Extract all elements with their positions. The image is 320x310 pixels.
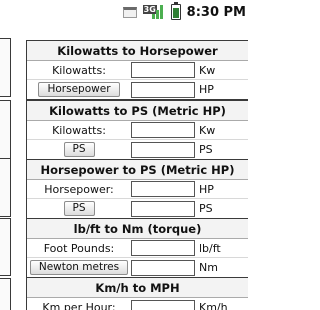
clock: 8:30 PM (186, 4, 246, 20)
converter-kw-to-ps: Kilowatts to PS (Metric HP) Kilowatts: K… (26, 100, 248, 160)
ps-output[interactable] (131, 200, 195, 217)
newton-metres-output[interactable] (131, 259, 195, 276)
input-unit: Km/h (199, 301, 228, 310)
converter-kmh-to-mph: Km/h to MPH Km per Hour: Km/h (26, 277, 248, 310)
signal-icon: 3G (142, 5, 165, 19)
adjacent-panel-edge (0, 100, 11, 159)
converter-lbft-to-nm: lb/ft to Nm (torque) Foot Pounds: lb/ft … (26, 218, 248, 278)
panel-title: Kilowatts to PS (Metric HP) (27, 101, 248, 121)
panel-title: lb/ft to Nm (torque) (27, 219, 248, 239)
notification-icon (122, 6, 137, 18)
input-unit: Kw (199, 123, 216, 137)
input-unit: lb/ft (199, 241, 221, 255)
status-bar: 3G 8:30 PM (0, 0, 248, 24)
output-unit: Nm (199, 261, 218, 274)
input-label: Horsepower: (44, 182, 114, 196)
battery-level (172, 8, 179, 18)
horsepower-output[interactable] (131, 81, 195, 98)
input-label: Foot Pounds: (43, 241, 115, 255)
input-label: Kilowatts: (52, 123, 106, 137)
input-label: Km per Hour: (42, 301, 116, 310)
converter-kw-to-hp: Kilowatts to Horsepower Kilowatts: Kw Ho… (26, 40, 248, 100)
output-unit: PS (199, 143, 213, 156)
output-unit: PS (199, 202, 213, 215)
panel-title: Km/h to MPH (27, 278, 248, 298)
input-unit: HP (199, 182, 214, 196)
panel-title: Kilowatts to Horsepower (27, 41, 248, 61)
input-unit: Kw (199, 63, 216, 77)
ps-output[interactable] (131, 141, 195, 158)
newton-metres-button[interactable]: Newton metres (29, 260, 129, 275)
ps-button[interactable]: PS (63, 142, 95, 157)
adjacent-panel-edge (0, 158, 11, 217)
panel-title: Horsepower to PS (Metric HP) (27, 160, 248, 180)
km-per-hour-input[interactable] (131, 299, 195, 310)
adjacent-panel-edge (0, 218, 11, 276)
horsepower-input[interactable] (131, 181, 195, 197)
ps-button[interactable]: PS (63, 201, 95, 216)
horsepower-button[interactable]: Horsepower (38, 82, 120, 97)
converter-hp-to-ps: Horsepower to PS (Metric HP) Horsepower:… (26, 159, 248, 219)
kilowatts-ps-input[interactable] (131, 122, 195, 138)
input-label: Kilowatts: (52, 63, 106, 77)
foot-pounds-input[interactable] (131, 240, 195, 256)
adjacent-panel-edge (0, 278, 11, 310)
kilowatts-input[interactable] (131, 62, 195, 78)
battery-icon (170, 2, 181, 20)
output-unit: HP (199, 83, 214, 96)
adjacent-panel-edge (0, 38, 11, 97)
